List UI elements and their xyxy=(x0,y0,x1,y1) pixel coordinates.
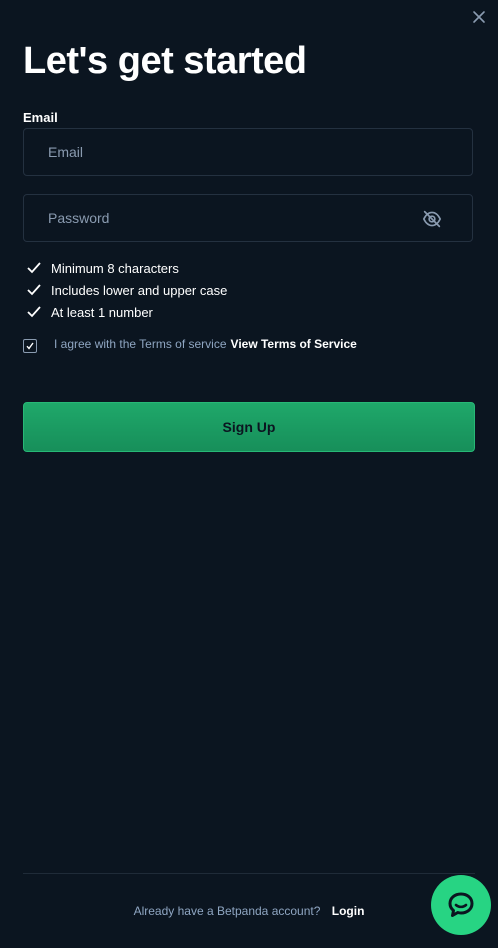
terms-agreement-row: I agree with the Terms of service View T… xyxy=(23,336,357,353)
live-chat-button[interactable] xyxy=(431,875,491,935)
close-icon xyxy=(473,11,485,23)
password-rule-item: Minimum 8 characters xyxy=(27,257,227,279)
password-rule-text: Includes lower and upper case xyxy=(51,282,228,298)
terms-text: I agree with the Terms of service xyxy=(54,337,227,351)
password-rule-item: At least 1 number xyxy=(27,301,227,323)
sign-up-button[interactable]: Sign Up xyxy=(23,402,475,452)
email-field-container xyxy=(23,128,473,176)
password-rule-text: At least 1 number xyxy=(51,304,153,320)
close-button[interactable] xyxy=(470,8,488,26)
chat-icon xyxy=(448,892,474,917)
check-icon xyxy=(27,284,41,296)
email-field[interactable] xyxy=(48,129,428,175)
eye-off-icon xyxy=(422,210,442,228)
password-field-container xyxy=(23,194,473,242)
checkbox-check-icon xyxy=(26,342,34,350)
footer-divider xyxy=(23,873,475,874)
check-icon xyxy=(27,306,41,318)
password-rule-text: Minimum 8 characters xyxy=(51,260,179,276)
check-icon xyxy=(27,262,41,274)
password-rule-item: Includes lower and upper case xyxy=(27,279,227,301)
password-field[interactable] xyxy=(48,195,428,241)
page-title: Let's get started xyxy=(23,40,307,82)
login-prompt: Already have a Betpanda account? Login xyxy=(0,904,498,918)
login-link[interactable]: Login xyxy=(332,904,365,918)
login-prompt-text: Already have a Betpanda account? xyxy=(133,904,321,918)
password-rules-list: Minimum 8 characters Includes lower and … xyxy=(27,257,227,323)
view-terms-link[interactable]: View Terms of Service xyxy=(231,336,357,352)
terms-checkbox[interactable] xyxy=(23,339,37,353)
toggle-password-visibility-button[interactable] xyxy=(422,210,442,228)
email-label: Email xyxy=(23,110,58,125)
